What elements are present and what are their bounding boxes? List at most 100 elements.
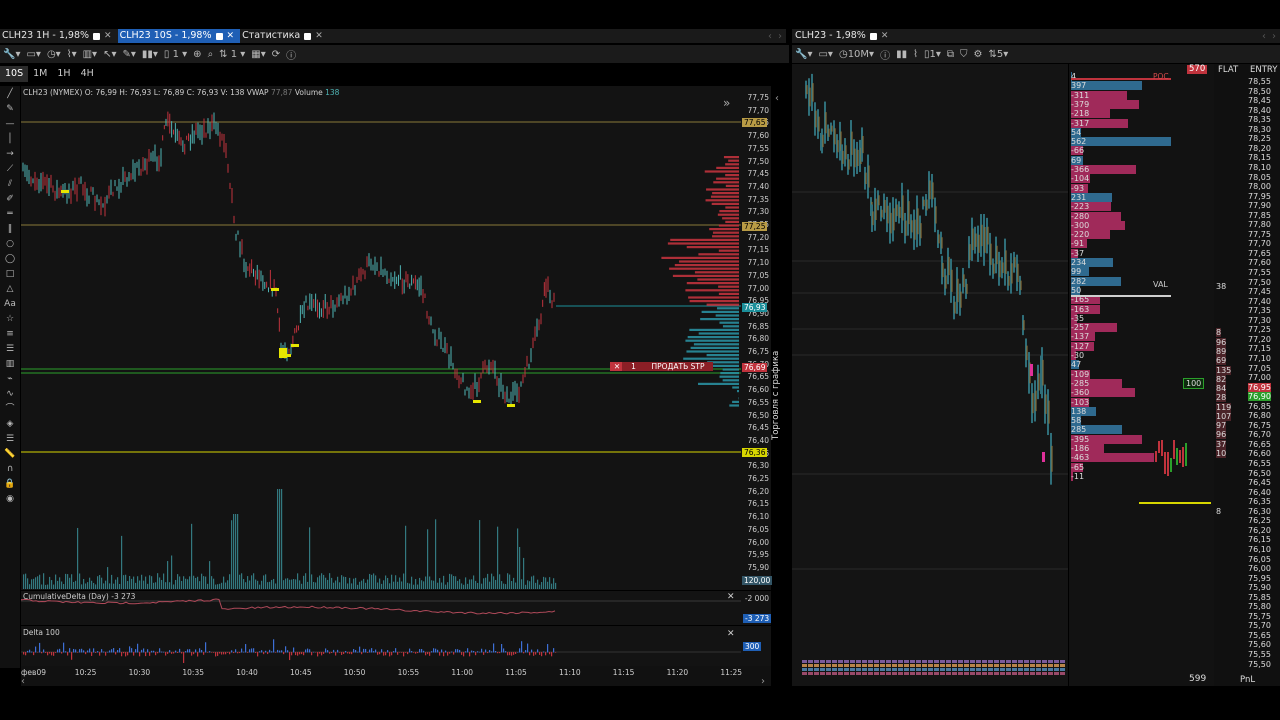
pen-tool-icon[interactable]: ✎	[4, 103, 16, 115]
close-icon[interactable]: ✕	[104, 29, 112, 43]
tab-clh23[interactable]: CLH23 - 1,98% ✕	[792, 29, 894, 43]
cumulative-delta-panel[interactable]: CumulativeDelta (Day) -3 273 ✕	[21, 591, 741, 625]
ruler-icon[interactable]: 📏	[4, 448, 16, 460]
scroll-right-icon[interactable]: ›	[761, 676, 765, 687]
pencil-icon[interactable]: ✎▾	[122, 49, 135, 60]
timeframe-1h[interactable]: 1H	[52, 66, 75, 82]
clock-icon[interactable]: ◷▾	[47, 49, 61, 60]
cursor-icon[interactable]: ↖▾	[103, 49, 116, 60]
trend-icon[interactable]: ⟋	[4, 163, 16, 175]
collapse-panel-icon[interactable]: ‹	[775, 93, 779, 104]
delta-bar	[265, 650, 267, 653]
folder-icon[interactable]: ▭▾	[818, 49, 832, 60]
vertical-line-icon[interactable]: │	[4, 133, 16, 145]
text-tool-icon[interactable]: Aa	[4, 298, 16, 310]
close-icon[interactable]: ✕	[727, 592, 735, 602]
star-icon[interactable]: ☆	[4, 313, 16, 325]
eye-icon[interactable]: ◉	[4, 493, 16, 505]
delta-bar	[181, 652, 183, 654]
indicators-icon[interactable]: ▥▾	[83, 49, 97, 60]
time-axis[interactable]: фев09 10:25 10:30 10:35 10:40 10:45 10:50 10:55…	[21, 666, 771, 687]
order-qty[interactable]: 1	[622, 362, 645, 371]
flat-column-header[interactable]: FLAT	[1218, 65, 1238, 75]
volume-bar	[305, 573, 307, 589]
lock-icon[interactable]: 🔒	[4, 478, 16, 490]
bottom-cluster-cell	[886, 664, 891, 667]
footprint-profile-panel[interactable]: 4 397 -311 -379 -218 -317 54 562 -66 69 -366 -104 -9…	[1069, 64, 1214, 686]
scroll-tabs-right-icon[interactable]: ›	[778, 31, 782, 42]
magnet-icon[interactable]: ∩	[4, 463, 16, 475]
lines-icon[interactable]: ═	[4, 208, 16, 220]
close-icon[interactable]: ✕	[727, 629, 735, 639]
scroll-tabs-left-icon[interactable]: ‹	[1262, 31, 1266, 42]
triangle-icon[interactable]: △	[4, 283, 16, 295]
timeframe-10s[interactable]: 10S	[0, 66, 29, 82]
scroll-tabs-left-icon[interactable]: ‹	[768, 31, 772, 42]
chart-type-icon[interactable]: ⌇▾	[67, 49, 77, 60]
tab-clh23-1h[interactable]: CLH23 1H - 1,98% ✕	[0, 29, 118, 43]
line-chart-icon[interactable]: ⌇	[913, 49, 918, 60]
volume-bar	[255, 579, 257, 589]
refresh-icon[interactable]: ⟳	[272, 49, 280, 60]
wrench-icon[interactable]: 🔧▾	[3, 49, 20, 60]
sort-icon[interactable]: ⇅ 5 ▾	[989, 49, 1009, 60]
wave-icon[interactable]: ∿	[4, 388, 16, 400]
bottom-cluster-cell	[808, 660, 813, 663]
copy-icon[interactable]: ⧉	[947, 49, 954, 60]
horizontal-line-icon[interactable]: —	[4, 118, 16, 130]
price-chart-panel[interactable]: CLH23 (NYMEX) O: 76,99 H: 76,93 L: 76,89…	[21, 86, 741, 590]
timeframe-4h[interactable]: 4H	[76, 66, 99, 82]
close-icon[interactable]: ✕	[315, 29, 323, 43]
info-icon[interactable]: ⓘ	[880, 47, 890, 62]
close-icon[interactable]: ✕	[881, 29, 889, 43]
search-icon[interactable]: ⌕	[208, 49, 214, 60]
timeframe-dropdown[interactable]: ◷ 10M ▾	[839, 49, 874, 60]
price-chart-canvas[interactable]	[21, 86, 741, 590]
note-icon[interactable]: ☰	[4, 433, 16, 445]
layout-icon[interactable]: ▯ 1 ▾	[924, 49, 941, 60]
expand-chevron-icon[interactable]: »	[723, 96, 730, 110]
delta-panel[interactable]: Delta 100 ✕	[21, 626, 741, 666]
tab-statistics[interactable]: Статистика ✕	[240, 29, 329, 43]
bars-icon[interactable]: ▮▮▾	[142, 49, 158, 60]
volume-bar	[417, 584, 419, 589]
layout-icon[interactable]: ▯ 1 ▾	[164, 49, 187, 60]
footprint-value: -109	[1071, 369, 1090, 379]
timeframe-1m[interactable]: 1M	[28, 66, 52, 82]
dom-ladder-panel[interactable]: FLAT ENTRY 78,55 78,50 78,45 78,40 78,35 78,3…	[1214, 64, 1280, 686]
shield-icon[interactable]: ⛉	[960, 49, 968, 60]
volume-bar	[197, 576, 199, 589]
sort-icon[interactable]: ⇅ 1 ▾	[219, 49, 245, 60]
sell-stop-order-label[interactable]: ПРОДАТЬ STP	[643, 362, 713, 371]
trade-from-chart-label[interactable]: Торговля с графика	[771, 351, 781, 440]
calendar-icon[interactable]: ▦▾	[251, 49, 265, 60]
wrench-icon[interactable]: 🔧▾	[795, 49, 812, 60]
folder-icon[interactable]: ▭▾	[26, 49, 40, 60]
ellipse-icon[interactable]: ◯	[4, 253, 16, 265]
circle-icon[interactable]: ○	[4, 238, 16, 250]
close-icon[interactable]: ✕	[227, 29, 235, 43]
gann-icon[interactable]: ▥	[4, 358, 16, 370]
scroll-left-icon[interactable]: ‹	[21, 676, 25, 687]
tab-clh23-10s[interactable]: CLH23 10S - 1,98% ✕	[117, 29, 241, 43]
bars-icon[interactable]: ▮▮	[896, 49, 907, 60]
ray-icon[interactable]: →	[4, 148, 16, 160]
channel-icon[interactable]: ⫽	[4, 178, 16, 190]
fib-fan-icon[interactable]: ☰	[4, 343, 16, 355]
pattern-icon[interactable]: ⌁	[4, 373, 16, 385]
fib-icon[interactable]: ≡	[4, 328, 16, 340]
zoom-in-icon[interactable]: ⊕	[193, 49, 201, 60]
line-tool-icon[interactable]: ╱	[4, 88, 16, 100]
entry-column-header[interactable]: ENTRY	[1250, 65, 1277, 75]
marker-icon[interactable]: ◈	[4, 418, 16, 430]
arc-icon[interactable]: ⌒	[4, 403, 16, 415]
cluster-chart-panel[interactable]	[792, 64, 1068, 686]
info-icon[interactable]: ⓘ	[286, 47, 296, 62]
cluster-chart-canvas[interactable]	[792, 64, 1068, 686]
brush-icon[interactable]: ✐	[4, 193, 16, 205]
price-axis[interactable]: 77,75 77,70 77,65 77,60 77,55 77,50 77,45 77,40…	[741, 86, 773, 590]
rectangle-icon[interactable]: □	[4, 268, 16, 280]
settings-icon[interactable]: ⚙	[974, 49, 983, 60]
pitchfork-icon[interactable]: ‖	[4, 223, 16, 235]
scroll-tabs-right-icon[interactable]: ›	[1272, 31, 1276, 42]
